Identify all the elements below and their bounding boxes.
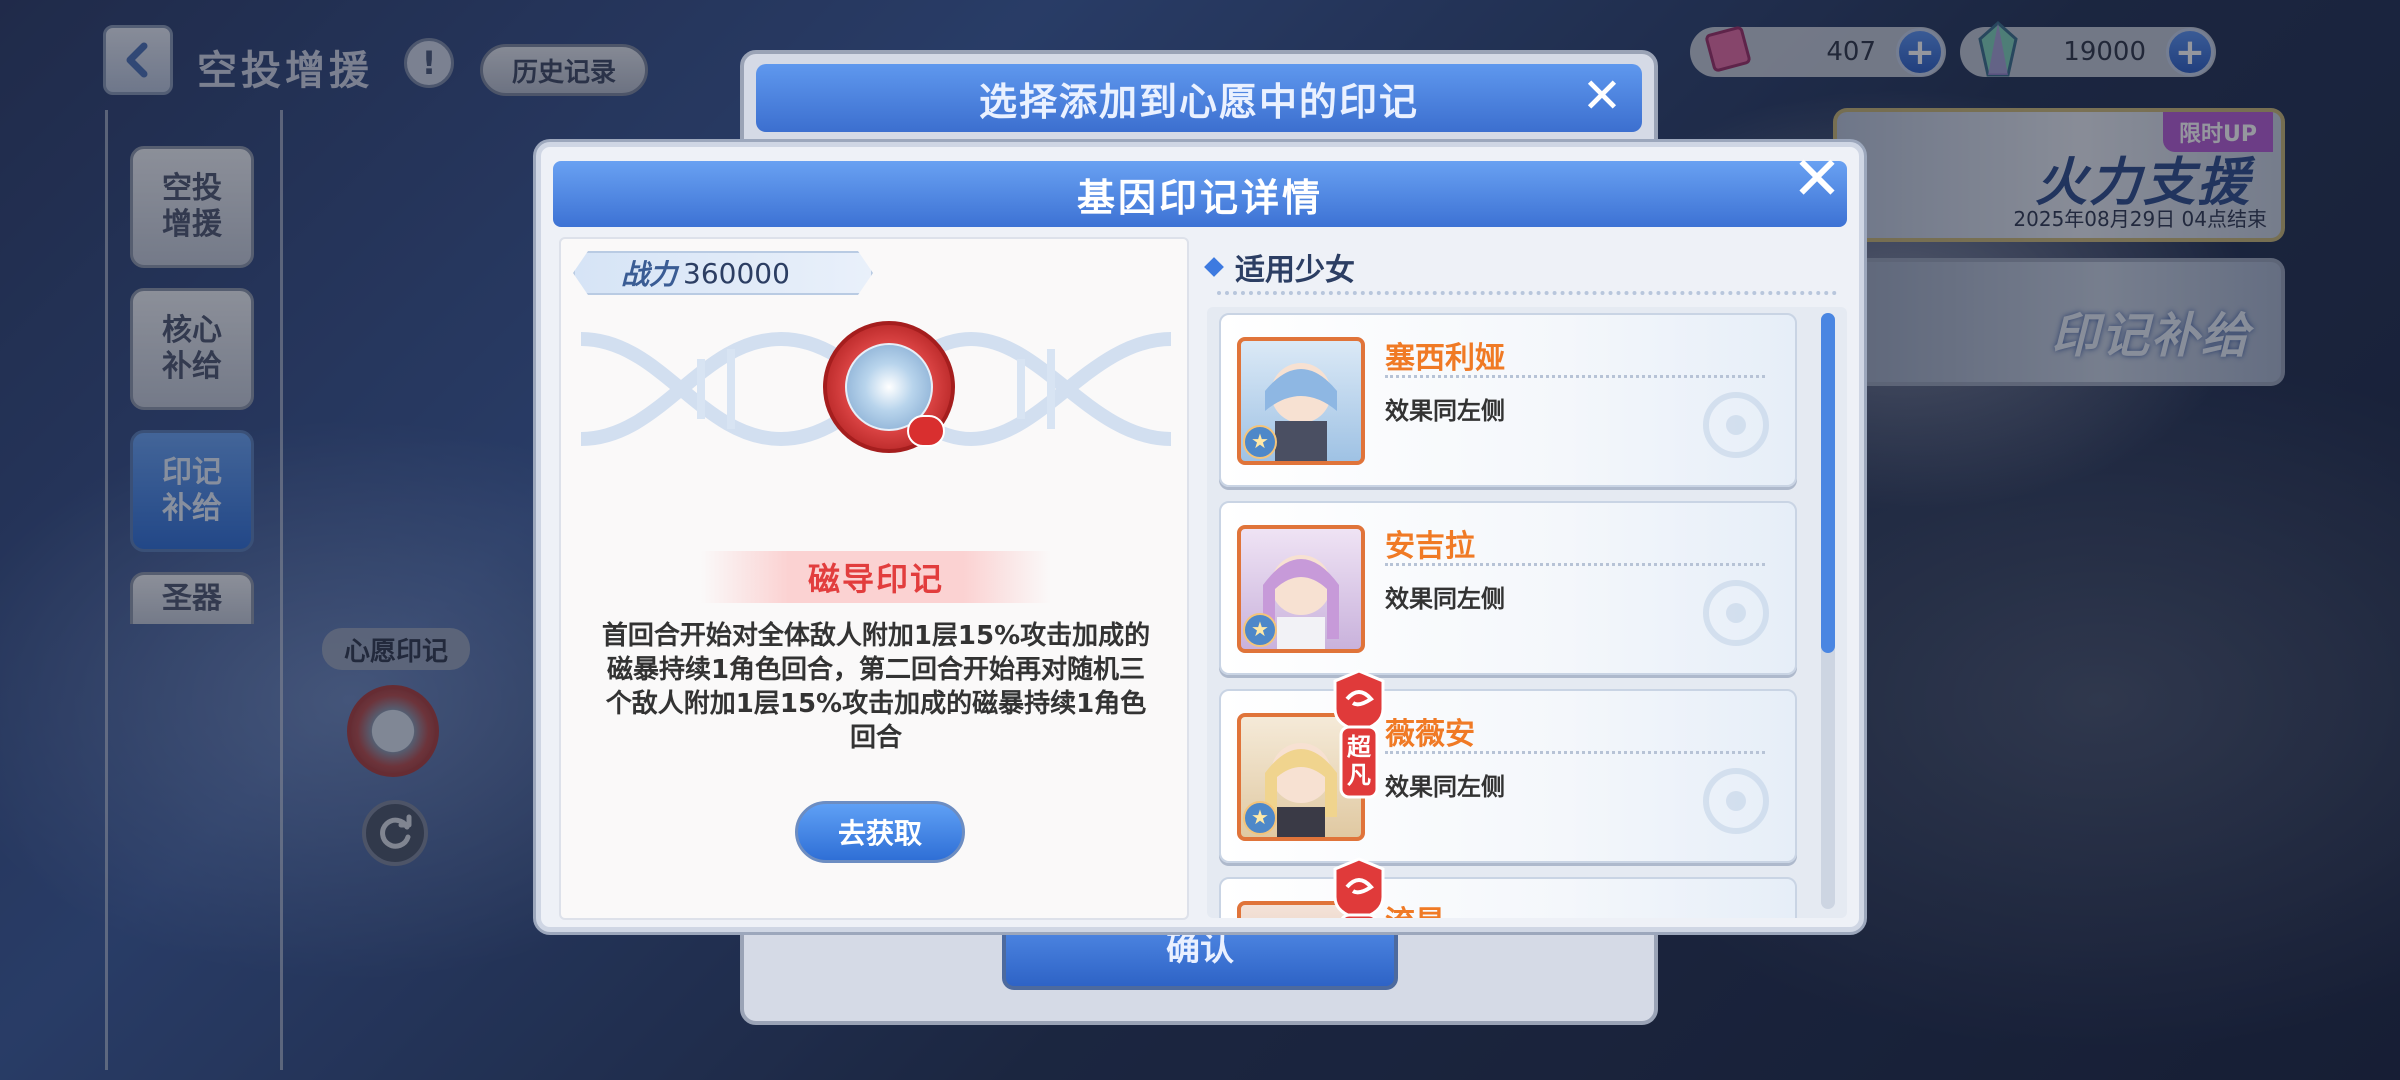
list-item[interactable]: ★ 塞西利娅 效果同左侧 bbox=[1219, 313, 1797, 487]
mark-name: 磁导印记 bbox=[701, 551, 1051, 603]
star-badge-icon: ★ bbox=[1243, 425, 1277, 459]
mark-type-icon bbox=[907, 415, 945, 447]
character-name: 薇薇安 bbox=[1385, 717, 1475, 752]
avatar: ★ bbox=[1237, 525, 1365, 653]
list-item[interactable]: ★ 流星 超 bbox=[1219, 857, 1797, 918]
character-name: 安吉拉 bbox=[1385, 529, 1475, 564]
mark-detail-pane: 战力 360000 磁导印记 首回合开始对全体敌人附加1层15%攻击加成的磁暴持… bbox=[559, 237, 1189, 920]
power-label: 战力 bbox=[621, 258, 678, 291]
list-item[interactable]: ★ 安吉拉 效果同左侧 bbox=[1219, 501, 1797, 675]
diamond-icon bbox=[1204, 257, 1224, 277]
star-badge-icon: ★ bbox=[1243, 613, 1277, 647]
list-item[interactable]: ★ 薇薇安 效果同左侧 超凡 bbox=[1219, 669, 1797, 863]
character-effect: 效果同左侧 bbox=[1385, 397, 1505, 425]
mark-description: 首回合开始对全体敌人附加1层15%攻击加成的磁暴持续1角色回合，第二回合开始再对… bbox=[601, 621, 1151, 753]
gene-deco-icon bbox=[1703, 392, 1769, 458]
power-badge: 战力 360000 bbox=[573, 251, 873, 295]
gene-mark-detail-modal: 基因印记详情 ✕ 战力 360000 磁导印记 首回合开始对全体敌人附加1层15… bbox=[536, 142, 1864, 932]
applicable-characters-pane: 适用少女 ★ 塞西利娅 效果同左侧 ★ 安吉拉 效果同左侧 ★ 薇薇安 效果同左… bbox=[1199, 237, 1851, 920]
gene-deco-icon bbox=[1703, 580, 1769, 646]
panel-title: 选择添加到心愿中的印记 bbox=[756, 64, 1642, 132]
magnetic-mark-emblem bbox=[823, 321, 955, 453]
avatar: ★ bbox=[1237, 337, 1365, 465]
character-list[interactable]: ★ 塞西利娅 效果同左侧 ★ 安吉拉 效果同左侧 ★ 薇薇安 效果同左侧 超凡 bbox=[1207, 307, 1847, 918]
section-title-label: 适用少女 bbox=[1235, 253, 1355, 288]
character-name: 塞西利娅 bbox=[1385, 341, 1505, 376]
obtain-button[interactable]: 去获取 bbox=[795, 801, 965, 863]
close-icon[interactable]: ✕ bbox=[1791, 149, 1843, 209]
character-name: 流星 bbox=[1385, 897, 1445, 918]
modal-title: 基因印记详情 bbox=[553, 161, 1847, 227]
scrollbar[interactable] bbox=[1821, 313, 1835, 909]
section-title: 适用少女 bbox=[1204, 245, 1355, 289]
divider bbox=[1217, 291, 1837, 295]
power-value: 360000 bbox=[683, 256, 790, 290]
character-effect: 效果同左侧 bbox=[1385, 585, 1505, 613]
character-effect: 效果同左侧 bbox=[1385, 773, 1505, 801]
super-rank-tag: 超 bbox=[1333, 857, 1385, 918]
close-icon[interactable]: ✕ bbox=[1580, 72, 1624, 120]
scrollbar-thumb[interactable] bbox=[1821, 313, 1835, 653]
star-badge-icon: ★ bbox=[1243, 801, 1277, 835]
super-badge-icon bbox=[1333, 857, 1385, 918]
gene-deco-icon bbox=[1703, 768, 1769, 834]
super-rank-tag: 超凡 bbox=[1333, 669, 1385, 799]
super-tag-label: 超凡 bbox=[1347, 733, 1371, 789]
